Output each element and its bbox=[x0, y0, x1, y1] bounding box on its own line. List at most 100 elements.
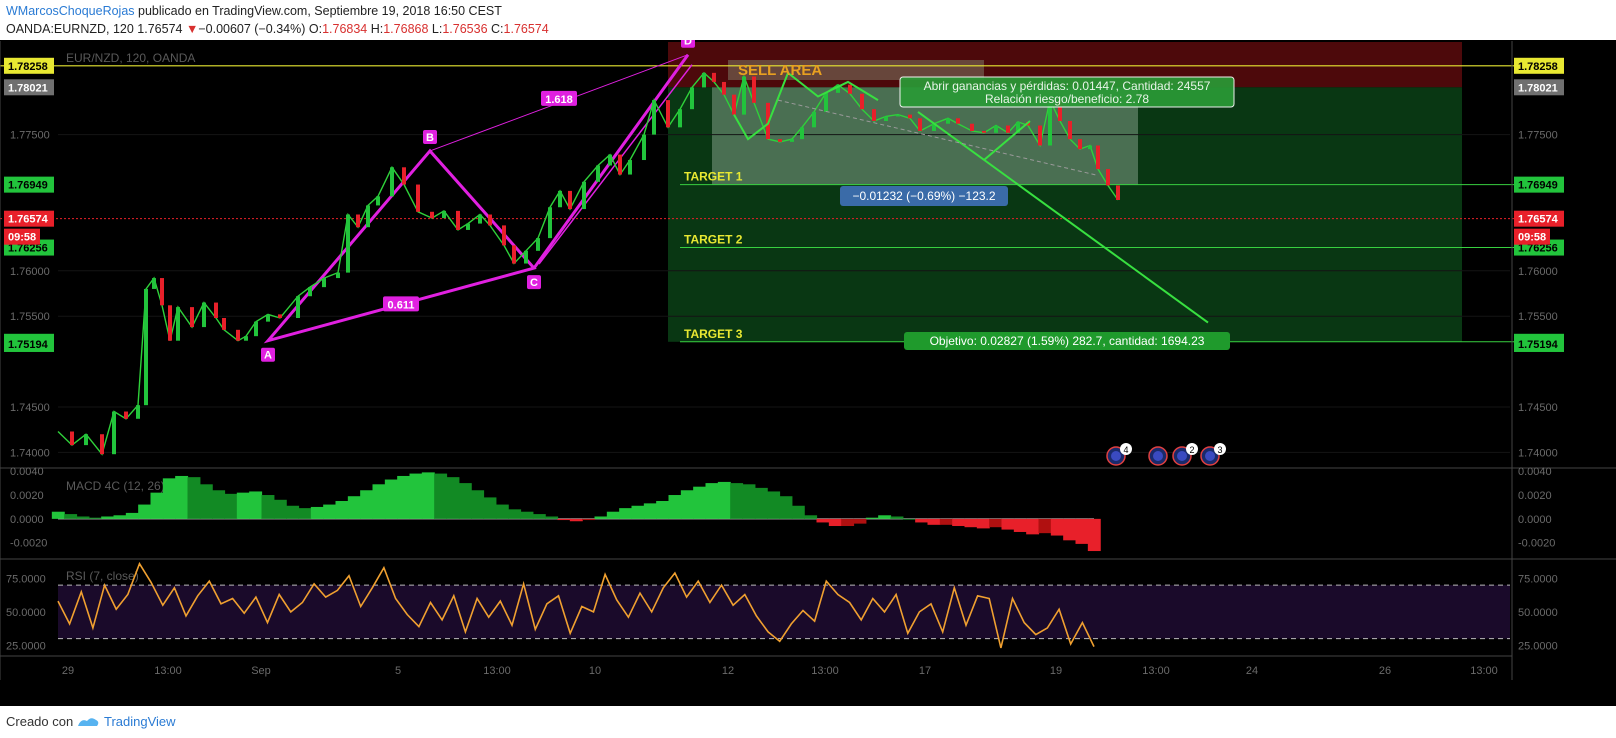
event-flag-inner bbox=[1205, 451, 1215, 461]
tradingview-brand-link[interactable]: TradingView bbox=[104, 714, 176, 729]
candle bbox=[356, 214, 360, 228]
x-tick-label: 5 bbox=[395, 665, 401, 677]
open-value: 1.76834 bbox=[322, 22, 368, 36]
candle bbox=[642, 134, 646, 161]
macd-bar bbox=[162, 478, 176, 519]
candle bbox=[824, 92, 828, 112]
macd-tick-right: -0.0020 bbox=[1518, 538, 1555, 550]
macd-bar bbox=[754, 487, 768, 519]
candle bbox=[946, 118, 950, 124]
x-tick-label: 10 bbox=[589, 665, 601, 677]
macd-bar bbox=[767, 491, 781, 519]
macd-bar bbox=[409, 473, 423, 519]
candle bbox=[742, 76, 746, 115]
y-tick-left: 1.74500 bbox=[10, 402, 50, 414]
macd-legend: MACD 4C (12, 26) bbox=[66, 479, 165, 493]
candle bbox=[456, 210, 460, 230]
candle bbox=[296, 296, 300, 319]
candle bbox=[502, 225, 506, 246]
macd-bar bbox=[532, 514, 546, 519]
macd-bar bbox=[989, 518, 1003, 528]
event-flag-inner bbox=[1111, 451, 1121, 461]
candle bbox=[918, 118, 922, 131]
macd-bar bbox=[138, 504, 152, 519]
macd-bar bbox=[458, 483, 472, 519]
macd-bar bbox=[224, 493, 238, 519]
candle bbox=[608, 154, 612, 166]
macd-bar bbox=[520, 511, 534, 519]
candle bbox=[618, 154, 622, 175]
publish-line: WMarcosChoqueRojas publicado en TradingV… bbox=[6, 4, 502, 18]
price-legend: EUR/NZD, 120, OANDA bbox=[66, 51, 195, 65]
author-link[interactable]: WMarcosChoqueRojas bbox=[6, 4, 135, 18]
chart-canvas[interactable]: EUR/NZD, 120, OANDA TARGET 1 TARGET 2 TARGE… bbox=[0, 40, 1616, 706]
macd-bar bbox=[1013, 518, 1027, 532]
x-tick-label: 13:00 bbox=[483, 665, 511, 677]
price-label-left: 1.76949 bbox=[8, 180, 48, 192]
macd-bar bbox=[804, 515, 818, 519]
candle bbox=[136, 405, 140, 419]
candle bbox=[176, 307, 180, 341]
macd-bar bbox=[471, 490, 485, 519]
candle bbox=[478, 214, 482, 224]
candle bbox=[982, 130, 986, 133]
y-tick-left: 1.76000 bbox=[10, 266, 50, 278]
macd-bar bbox=[643, 503, 657, 519]
price-label-left: 1.78258 bbox=[8, 61, 48, 73]
candle bbox=[488, 214, 492, 226]
candle bbox=[202, 302, 206, 328]
candle bbox=[548, 207, 552, 239]
candle bbox=[366, 205, 370, 228]
price-label-left: 1.76574 bbox=[8, 214, 49, 226]
candle bbox=[970, 123, 974, 131]
candle bbox=[244, 336, 248, 341]
macd-bar bbox=[273, 499, 287, 519]
macd-bar bbox=[705, 483, 719, 519]
down-arrow-icon: ▼ bbox=[185, 22, 199, 36]
macd-bar bbox=[150, 492, 164, 519]
open-label: O: bbox=[308, 22, 323, 36]
event-flag-inner bbox=[1153, 451, 1163, 461]
candle bbox=[100, 434, 104, 455]
macd-bar bbox=[434, 473, 448, 519]
candle bbox=[860, 93, 864, 110]
price-label-right: 1.75194 bbox=[1518, 339, 1559, 351]
macd-bar bbox=[779, 496, 793, 519]
price-label-left: 1.75194 bbox=[8, 339, 49, 351]
footer: Creado con TradingView bbox=[0, 706, 1616, 738]
x-tick-label: 13:00 bbox=[1470, 665, 1498, 677]
y-tick-left: 1.77500 bbox=[10, 130, 50, 142]
macd-bar bbox=[791, 505, 805, 519]
event-badge-count: 2 bbox=[1189, 445, 1194, 455]
macd-bar bbox=[656, 500, 670, 519]
macd-bar bbox=[236, 492, 250, 519]
macd-bar bbox=[1026, 518, 1040, 535]
candle bbox=[790, 139, 794, 142]
x-tick-label: 29 bbox=[62, 665, 74, 677]
rsi-tick-right: 75.0000 bbox=[1518, 573, 1558, 585]
low-value: 1.76536 bbox=[442, 22, 488, 36]
pattern-point-label-A: A bbox=[264, 350, 272, 362]
macd-bar bbox=[360, 490, 374, 519]
rsi-tick-right: 50.0000 bbox=[1518, 607, 1558, 619]
macd-bar bbox=[88, 517, 102, 519]
candle bbox=[222, 318, 226, 330]
macd-bar bbox=[865, 517, 879, 519]
candle bbox=[152, 278, 156, 289]
tradingview-logo-icon bbox=[78, 718, 99, 726]
candle bbox=[994, 125, 998, 133]
rsi-tick-right: 25.0000 bbox=[1518, 640, 1558, 652]
candle bbox=[308, 287, 312, 297]
macd-bar bbox=[606, 511, 620, 519]
price-change: −0.00607 (−0.34%) bbox=[198, 22, 306, 36]
candle bbox=[752, 76, 756, 103]
candle bbox=[1116, 185, 1120, 200]
macd-bar bbox=[76, 516, 90, 519]
x-tick-label: 24 bbox=[1246, 665, 1258, 677]
sell-area-label: SELL AREA bbox=[738, 62, 822, 79]
macd-bar bbox=[853, 518, 867, 524]
candle bbox=[722, 81, 726, 95]
macd-bar bbox=[323, 504, 337, 519]
target-label-2: TARGET 2 bbox=[684, 233, 743, 247]
macd-bar bbox=[286, 505, 300, 519]
